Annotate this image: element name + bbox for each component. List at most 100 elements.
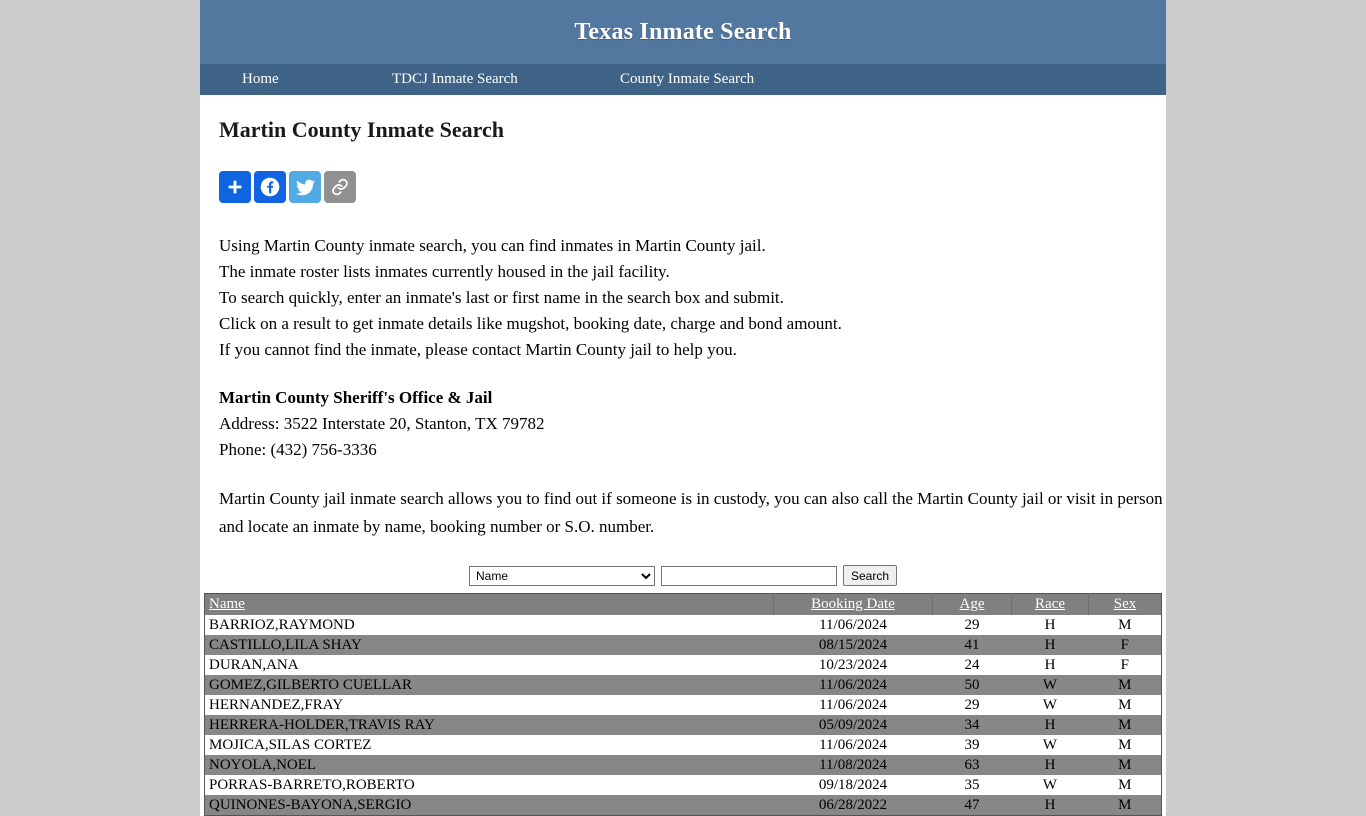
intro-line: The inmate roster lists inmates currentl…: [219, 262, 670, 281]
column-header-age[interactable]: Age: [932, 593, 1012, 615]
cell-age: 29: [964, 696, 980, 713]
search-button[interactable]: Search: [842, 565, 898, 586]
cell-booking_date: 11/06/2024: [819, 696, 887, 713]
cell-sex: M: [1118, 756, 1132, 773]
cell-age: 34: [964, 716, 980, 733]
inmate-results-table: Name Booking Date Age Race Sex BARRIOZ,R…: [204, 593, 1162, 816]
cell-sex: M: [1118, 776, 1132, 793]
cell-race: H: [1044, 656, 1056, 673]
cell-sex: M: [1118, 716, 1132, 733]
cell-sex: M: [1118, 736, 1132, 753]
cell-booking_date: 11/08/2024: [819, 756, 887, 773]
cell-race: H: [1044, 796, 1056, 813]
cell-booking_date: 10/23/2024: [818, 656, 888, 673]
sort-link-sex[interactable]: Sex: [1114, 596, 1137, 612]
link-icon: [330, 177, 350, 197]
site-title: Texas Inmate Search: [574, 18, 792, 45]
twitter-icon: [295, 177, 316, 198]
page-title: Martin County Inmate Search: [219, 117, 504, 142]
cell-age: 35: [964, 776, 980, 793]
cell-age: 39: [964, 736, 980, 753]
sort-link-age[interactable]: Age: [960, 596, 985, 612]
cell-name: GOMEZ,GILBERTO CUELLAR: [209, 676, 412, 693]
table-row[interactable]: CASTILLO,LILA SHAY 08/15/2024 41 H F: [204, 635, 1162, 655]
cell-booking_date: 06/28/2022: [818, 796, 888, 813]
office-phone: Phone: (432) 756-3336: [219, 440, 377, 459]
cell-age: 47: [964, 796, 980, 813]
addthis-share-button[interactable]: [219, 171, 251, 203]
cell-name: CASTILLO,LILA SHAY: [209, 636, 362, 653]
search-input[interactable]: [660, 565, 837, 586]
lead-paragraph: Martin County jail inmate search allows …: [219, 489, 1163, 536]
cell-age: 50: [964, 676, 980, 693]
cell-booking_date: 08/15/2024: [818, 636, 888, 653]
search-field-select[interactable]: Name: [468, 565, 655, 586]
table-row[interactable]: PORRAS-BARRETO,ROBERTO 09/18/2024 35 W M: [204, 775, 1162, 795]
cell-name: NOYOLA,NOEL: [209, 756, 317, 773]
sort-link-name[interactable]: Name: [209, 596, 245, 612]
cell-race: H: [1044, 716, 1056, 733]
intro-line: If you cannot find the inmate, please co…: [219, 340, 737, 359]
facebook-icon: [259, 176, 281, 198]
cell-race: W: [1042, 736, 1058, 753]
cell-race: W: [1042, 696, 1058, 713]
plus-icon: [225, 177, 245, 197]
cell-race: W: [1042, 676, 1058, 693]
cell-age: 63: [964, 756, 980, 773]
cell-age: 29: [964, 616, 980, 633]
column-header-name[interactable]: Name: [204, 593, 774, 615]
column-header-booking-date[interactable]: Booking Date: [773, 593, 933, 615]
cell-name: DURAN,ANA: [209, 656, 299, 673]
copy-link-share-button[interactable]: [324, 171, 356, 203]
cell-age: 24: [964, 656, 980, 673]
main-content: Martin County Inmate Search Using Martin…: [200, 117, 1166, 816]
table-row[interactable]: NOYOLA,NOEL 11/08/2024 63 H M: [204, 755, 1162, 775]
cell-sex: M: [1118, 696, 1132, 713]
page-container: Texas Inmate Search Home TDCJ Inmate Sea…: [200, 0, 1166, 816]
results-table-wrapper: Name Booking Date Age Race Sex BARRIOZ,R…: [204, 593, 1162, 816]
site-header: Texas Inmate Search: [200, 0, 1166, 64]
table-row[interactable]: QUINONES-BAYONA,SERGIO 06/28/2022 47 H M: [204, 795, 1162, 816]
column-header-sex[interactable]: Sex: [1088, 593, 1162, 615]
table-row[interactable]: HERNANDEZ,FRAY 11/06/2024 29 W M: [204, 695, 1162, 715]
cell-race: W: [1042, 776, 1058, 793]
cell-booking_date: 11/06/2024: [819, 676, 887, 693]
cell-name: BARRIOZ,RAYMOND: [209, 616, 355, 633]
results-table-head: Name Booking Date Age Race Sex: [204, 593, 1162, 615]
cell-age: 41: [964, 636, 980, 653]
sort-link-booking-date[interactable]: Booking Date: [811, 596, 895, 612]
table-row[interactable]: GOMEZ,GILBERTO CUELLAR 11/06/2024 50 W M: [204, 675, 1162, 695]
cell-booking_date: 11/06/2024: [819, 616, 887, 633]
cell-booking_date: 09/18/2024: [818, 776, 888, 793]
table-row[interactable]: MOJICA,SILAS CORTEZ 11/06/2024 39 W M: [204, 735, 1162, 755]
cell-name: PORRAS-BARRETO,ROBERTO: [209, 776, 415, 793]
office-name: Martin County Sheriff's Office & Jail: [219, 388, 493, 407]
cell-name: MOJICA,SILAS CORTEZ: [209, 736, 372, 753]
cell-booking_date: 05/09/2024: [818, 716, 888, 733]
cell-booking_date: 11/06/2024: [819, 736, 887, 753]
facebook-share-button[interactable]: [254, 171, 286, 203]
results-table-body: BARRIOZ,RAYMOND 11/06/2024 29 H M CASTILLO,LI…: [204, 615, 1162, 816]
column-header-race[interactable]: Race: [1011, 593, 1089, 615]
office-info: Martin County Sheriff's Office & Jail Ad…: [219, 385, 1147, 463]
nav-item-county-inmate-search[interactable]: County Inmate Search: [620, 71, 754, 88]
cell-sex: M: [1118, 616, 1132, 633]
cell-sex: M: [1118, 676, 1132, 693]
cell-sex: F: [1120, 656, 1129, 673]
main-navigation: Home TDCJ Inmate Search County Inmate Se…: [200, 64, 1166, 95]
cell-sex: M: [1118, 796, 1132, 813]
cell-name: HERRERA-HOLDER,TRAVIS RAY: [209, 716, 435, 733]
twitter-share-button[interactable]: [289, 171, 321, 203]
table-row[interactable]: BARRIOZ,RAYMOND 11/06/2024 29 H M: [204, 615, 1162, 635]
cell-name: HERNANDEZ,FRAY: [209, 696, 344, 713]
cell-race: H: [1044, 756, 1056, 773]
sort-link-race[interactable]: Race: [1035, 596, 1065, 612]
nav-item-home[interactable]: Home: [242, 71, 392, 88]
cell-name: QUINONES-BAYONA,SERGIO: [209, 796, 412, 813]
table-row[interactable]: DURAN,ANA 10/23/2024 24 H F: [204, 655, 1162, 675]
table-row[interactable]: HERRERA-HOLDER,TRAVIS RAY 05/09/2024 34 H M: [204, 715, 1162, 735]
share-buttons: [219, 171, 1147, 203]
results-header-row: Name Booking Date Age Race Sex: [204, 593, 1162, 615]
intro-paragraph: Using Martin County inmate search, you c…: [219, 233, 1147, 363]
nav-item-tdcj-inmate-search[interactable]: TDCJ Inmate Search: [392, 71, 620, 88]
